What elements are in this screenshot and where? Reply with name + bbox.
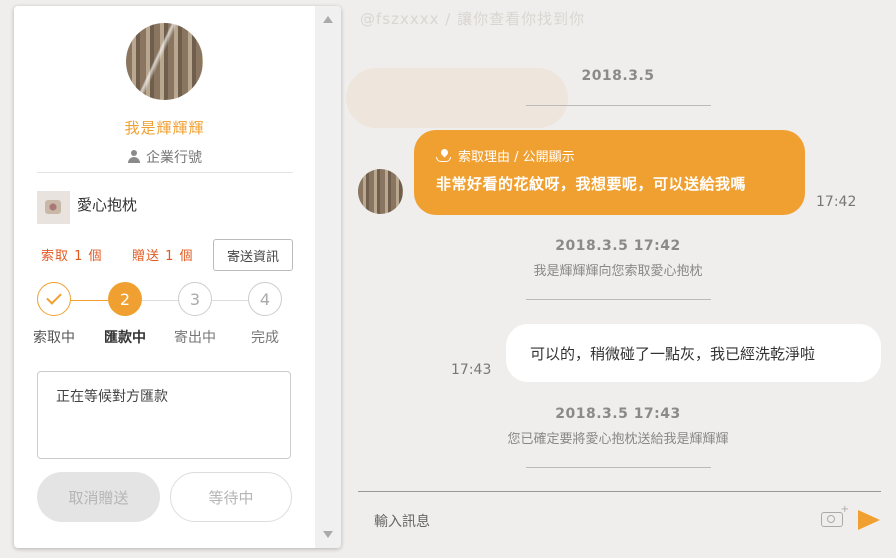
- scroll-down-arrow-icon[interactable]: [323, 531, 333, 538]
- step-4-label: 完成: [251, 330, 279, 346]
- step-1-circle: [37, 282, 71, 316]
- step-3-circle: 3: [178, 282, 212, 316]
- scroll-up-arrow-icon[interactable]: [323, 16, 333, 23]
- shipping-info-button[interactable]: 寄送資訊: [213, 239, 293, 271]
- step-connector: [212, 300, 249, 301]
- send-icon[interactable]: [858, 510, 880, 530]
- profile-username[interactable]: 我是輝輝輝: [14, 117, 315, 138]
- message-input[interactable]: 輸入訊息: [374, 511, 430, 531]
- account-type: 企業行號: [14, 147, 315, 167]
- transaction-panel: 我是輝輝輝 企業行號 愛心抱枕 索取 1 個 贈送 1 個 寄送資訊 2 3 4…: [14, 6, 341, 548]
- camera-icon[interactable]: [821, 504, 849, 527]
- system-date: 2018.3.5 17:43: [555, 406, 681, 422]
- waiting-button[interactable]: 等待中: [170, 472, 292, 522]
- divider: [37, 172, 293, 173]
- step-connector: [142, 300, 179, 301]
- item-thumbnail[interactable]: [37, 191, 70, 224]
- system-text: 我是輝輝輝向您索取愛心抱枕: [533, 264, 703, 279]
- step-2-circle: 2: [108, 282, 142, 316]
- reply-bubble: 可以的，稍微碰了一點灰，我已經洗乾淨啦: [506, 324, 881, 382]
- check-icon: [46, 289, 62, 305]
- input-divider: [358, 491, 881, 492]
- message-time: 17:43: [451, 362, 492, 378]
- sender-avatar[interactable]: [358, 169, 403, 214]
- request-count: 索取 1 個: [41, 249, 103, 264]
- system-text: 您已確定要將愛心抱枕送給我是輝輝輝: [507, 432, 729, 447]
- step-2-label: 匯款中: [104, 330, 146, 346]
- system-message-1: 2018.3.5: [498, 68, 738, 84]
- system-divider: [526, 299, 711, 300]
- step-4-circle: 4: [248, 282, 282, 316]
- step-1-label: 索取中: [33, 330, 75, 346]
- profile-avatar[interactable]: [126, 23, 203, 100]
- give-count: 贈送 1 個: [132, 249, 194, 264]
- message-text: 非常好看的花紋呀，我想要呢，可以送給我嗎: [436, 175, 747, 193]
- reason-tag: 索取理由 / 公開顯示: [436, 146, 783, 165]
- system-date: 2018.3.5 17:42: [555, 238, 681, 254]
- scrollbar[interactable]: [315, 6, 341, 548]
- cancel-give-button[interactable]: 取消贈送: [37, 472, 160, 522]
- system-divider: [526, 467, 711, 468]
- item-name[interactable]: 愛心抱枕: [77, 194, 137, 215]
- account-type-label: 企業行號: [146, 150, 202, 166]
- person-icon: [127, 150, 141, 163]
- status-message-box: 正在等候對方匯款: [37, 371, 291, 459]
- hand-heart-icon: [436, 149, 452, 163]
- reason-tag-label: 索取理由 / 公開顯示: [458, 150, 575, 165]
- message-time: 17:42: [816, 194, 857, 210]
- system-message-2: 2018.3.5 17:42 我是輝輝輝向您索取愛心抱枕: [498, 238, 738, 279]
- request-reason-bubble: 索取理由 / 公開顯示 非常好看的花紋呀，我想要呢，可以送給我嗎: [414, 130, 805, 215]
- system-date: 2018.3.5: [581, 68, 655, 84]
- step-connector: [71, 300, 108, 301]
- system-message-3: 2018.3.5 17:43 您已確定要將愛心抱枕送給我是輝輝輝: [498, 406, 738, 447]
- step-3-label: 寄出中: [174, 330, 216, 346]
- system-divider: [526, 105, 711, 106]
- background-header: @fszxxxx / 讓你查看你找到你: [360, 10, 586, 28]
